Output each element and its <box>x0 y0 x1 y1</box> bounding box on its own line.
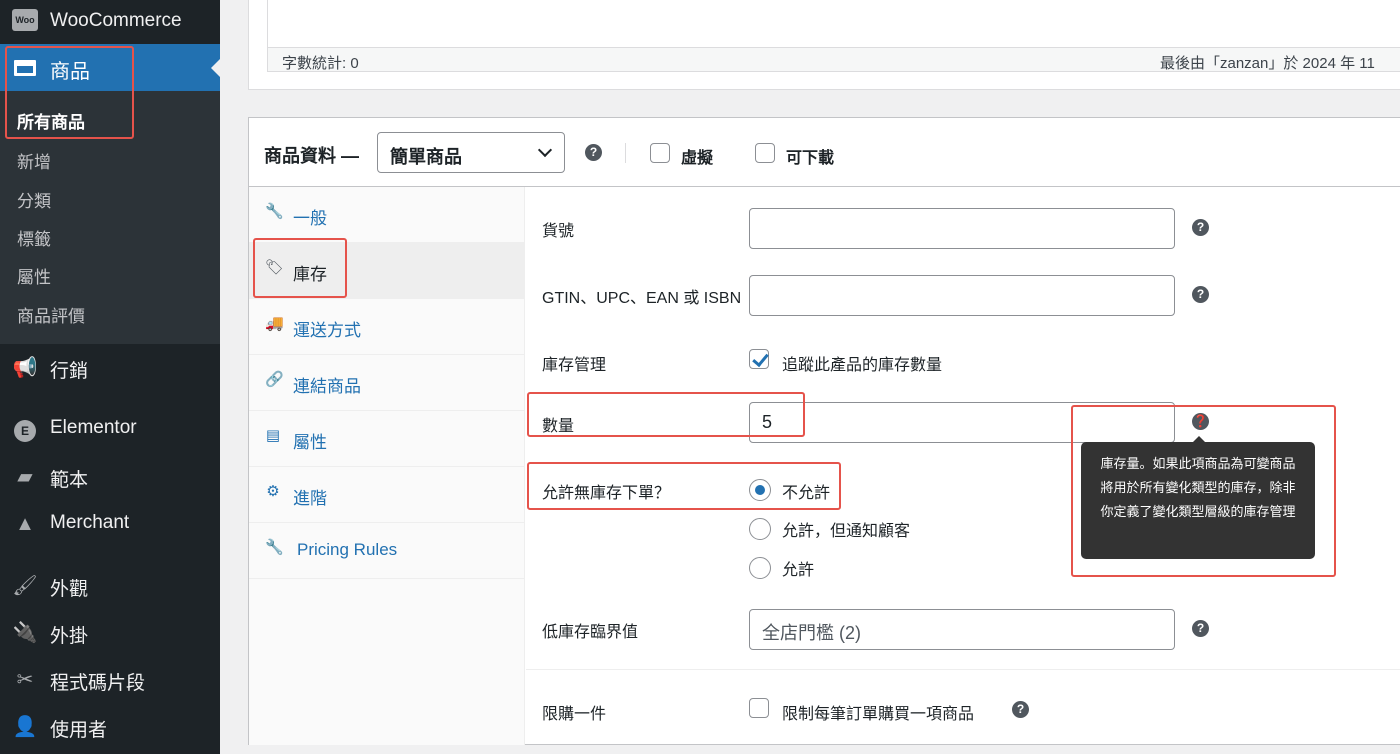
submenu-add-new[interactable]: 新增 <box>17 148 51 173</box>
tab-label: 連結商品 <box>293 377 361 396</box>
active-caret <box>211 59 220 77</box>
scissors-icon: ✂ <box>16 669 34 691</box>
gear-icon: ⚙ <box>266 483 280 500</box>
product-data-title: 商品資料 — <box>264 146 360 166</box>
tab-shipping[interactable]: 🚚 運送方式 <box>249 299 525 355</box>
sidebar-item-label: 外觀 <box>50 579 89 600</box>
product-data-header: 商品資料 — 簡單商品 ? 虛擬 可下載 <box>249 118 1400 187</box>
list-icon: ▤ <box>265 427 281 444</box>
tab-label: 運送方式 <box>293 321 361 340</box>
highlight-quantity <box>527 392 805 437</box>
sidebar-item-plugins[interactable]: 🔌 外掛 <box>0 613 220 653</box>
tab-advanced[interactable]: ⚙ 進階 <box>249 467 525 523</box>
tab-label: 進階 <box>293 489 327 508</box>
section-divider <box>526 669 1400 670</box>
sidebar-item-label: Elementor <box>50 417 137 438</box>
link-icon: 🔗 <box>265 371 284 388</box>
header-divider <box>625 143 626 163</box>
tab-general[interactable]: 🔧 一般 <box>249 187 525 243</box>
wrench-icon: 🔧 <box>265 203 284 220</box>
low-stock-label: 低庫存臨界值 <box>542 624 639 641</box>
tab-label: Pricing Rules <box>297 540 398 559</box>
last-edited-info: 最後由「zanzan」於 2024 年 11 <box>1160 55 1375 72</box>
highlight-products-menu <box>5 46 134 139</box>
submenu-reviews[interactable]: 商品評價 <box>17 302 85 327</box>
sidebar-item-users[interactable]: 👤 使用者 <box>0 707 220 747</box>
editor-area[interactable]: 字數統計: 0 最後由「zanzan」於 2024 年 11 <box>267 0 1400 72</box>
chevron-down-icon <box>537 142 553 158</box>
merchant-icon: ▲ <box>15 513 35 535</box>
submenu-categories[interactable]: 分類 <box>17 187 51 212</box>
low-stock-input[interactable]: 全店門檻 (2) <box>749 609 1175 650</box>
sidebar-item-appearance[interactable]: 🖌 外觀 <box>0 566 220 606</box>
elementor-icon: E <box>12 416 38 442</box>
user-icon: 👤 <box>12 716 38 738</box>
sidebar-item-woocommerce[interactable]: Woo WooCommerce <box>0 0 220 42</box>
sidebar-item-label: WooCommerce <box>50 10 182 31</box>
tab-label: 一般 <box>293 209 327 228</box>
gtin-input[interactable] <box>749 275 1175 316</box>
sidebar-item-label: 使用者 <box>50 720 108 741</box>
sidebar-item-code-snippets[interactable]: ✂ 程式碼片段 <box>0 660 220 700</box>
radio-label: 允許 <box>782 562 815 579</box>
tab-pricing-rules[interactable]: 🔧 Pricing Rules <box>249 523 525 579</box>
help-icon[interactable]: ? <box>1192 219 1209 236</box>
sidebar-item-label: 外掛 <box>50 626 89 647</box>
sidebar-item-label: 範本 <box>50 470 89 491</box>
virtual-checkbox[interactable] <box>650 143 670 163</box>
virtual-label: 虛擬 <box>681 150 714 167</box>
manage-stock-checkbox[interactable] <box>749 349 769 369</box>
word-count: 字數統計: 0 <box>282 55 359 72</box>
downloadable-label: 可下載 <box>786 150 835 167</box>
radio-label: 允許，但通知顧客 <box>782 523 911 540</box>
content-editor: 字數統計: 0 最後由「zanzan」於 2024 年 11 <box>248 0 1400 90</box>
woocommerce-icon: Woo <box>12 9 38 31</box>
editor-status-bar: 字數統計: 0 最後由「zanzan」於 2024 年 11 <box>268 47 1400 72</box>
downloadable-checkbox[interactable] <box>755 143 775 163</box>
backorders-radio-yes[interactable] <box>749 557 771 579</box>
submenu-attributes[interactable]: 屬性 <box>17 263 51 288</box>
sold-individually-checkbox-label: 限制每筆訂單購買一項商品 <box>782 706 975 723</box>
sidebar-item-label: 程式碼片段 <box>50 673 146 694</box>
highlight-tooltip <box>1071 405 1336 577</box>
backorders-radio-notify[interactable] <box>749 518 771 540</box>
sku-input[interactable] <box>749 208 1175 249</box>
sidebar-item-marketing[interactable]: 📢 行銷 <box>0 348 220 388</box>
help-icon[interactable]: ? <box>585 144 602 161</box>
manage-stock-label: 庫存管理 <box>542 357 607 374</box>
highlight-inventory-tab <box>253 238 347 298</box>
product-type-value: 簡單商品 <box>390 147 462 167</box>
wrench-icon: 🔧 <box>265 539 284 556</box>
sidebar-item-label: 行銷 <box>50 361 89 382</box>
tab-attributes[interactable]: ▤ 屬性 <box>249 411 525 467</box>
help-icon[interactable]: ? <box>1192 620 1209 637</box>
folder-icon: ▰ <box>17 466 33 488</box>
sold-individually-checkbox[interactable] <box>749 698 769 718</box>
help-icon[interactable]: ? <box>1192 286 1209 303</box>
truck-icon: 🚚 <box>265 315 284 332</box>
sidebar-item-label: Merchant <box>50 512 130 533</box>
sold-individually-label: 限購一件 <box>542 706 607 723</box>
tab-linked-products[interactable]: 🔗 連結商品 <box>249 355 525 411</box>
sidebar-item-templates[interactable]: ▰ 範本 <box>0 457 220 497</box>
product-type-select[interactable]: 簡單商品 <box>377 132 565 173</box>
highlight-backorders <box>527 462 841 510</box>
gtin-label: GTIN、UPC、EAN 或 ISBN <box>542 290 742 307</box>
megaphone-icon: 📢 <box>12 357 38 379</box>
sku-label: 貨號 <box>542 223 575 240</box>
help-icon[interactable]: ? <box>1012 701 1029 718</box>
tab-label: 屬性 <box>293 433 327 452</box>
sidebar-item-elementor[interactable]: E Elementor <box>0 409 220 449</box>
sidebar-item-merchant[interactable]: ▲ Merchant <box>0 504 220 544</box>
manage-stock-checkbox-label: 追蹤此產品的庫存數量 <box>782 357 943 374</box>
submenu-tags[interactable]: 標籤 <box>17 225 51 250</box>
plug-icon: 🔌 <box>12 622 38 644</box>
paintbrush-icon: 🖌 <box>12 575 38 597</box>
